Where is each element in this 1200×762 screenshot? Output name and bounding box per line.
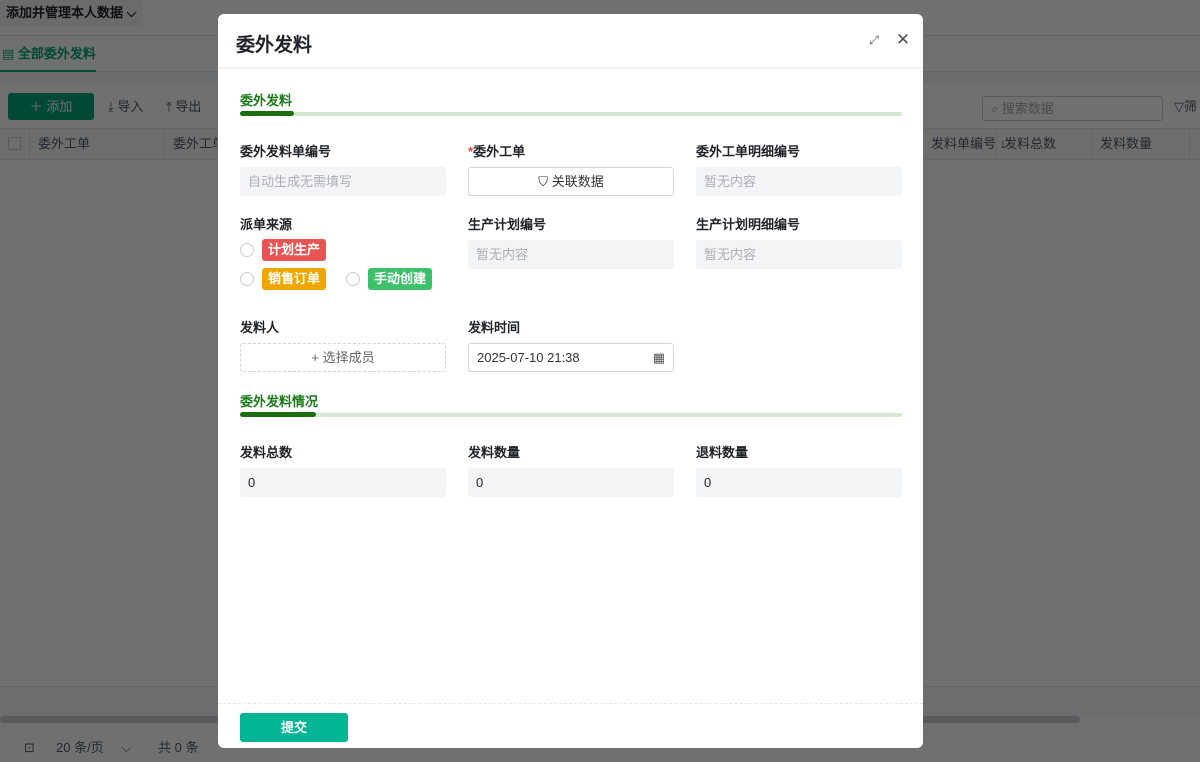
tag-plan: 计划生产 [262,239,327,261]
field-issuer: 发料人 + 选择成员 [240,317,446,372]
total-input[interactable]: 0 [240,468,446,497]
search-placeholder: 搜索数据 [1001,101,1054,116]
chevron-down-icon: ⌵ [126,5,137,20]
search-input[interactable]: ⌕ 搜索数据 [982,96,1163,121]
upload-icon: ⤒ [166,99,172,114]
field-time: 发料时间 2025-07-10 21:38 ▦ [468,317,674,372]
modal-title: 委外发料 [236,35,313,56]
field-label: 发料人 [240,320,280,335]
import-label: 导入 [117,99,144,114]
date-time-value: 2025-07-10 21:38 [477,350,580,365]
chevron-down-icon: ⌵ [121,740,132,755]
radio-circle[interactable] [240,272,254,286]
radio-sales[interactable]: 销售订单 [240,268,327,290]
add-label: 添加 [46,99,73,114]
filter-button[interactable]: ▽筛 [1174,93,1197,120]
field-order-detail: 委外工单明细编号 暂无内容 [696,141,902,196]
code-input: 自动生成无需填写 [240,167,446,196]
data-scope-label: 添加并管理本人数据 [6,5,124,20]
order-detail-input: 暂无内容 [696,167,902,196]
link-data-label: 关联数据 [551,174,604,189]
field-plan-code: 生产计划编号 暂无内容 [468,214,674,269]
field-label: 发料总数 [240,445,293,460]
field-label: 生产计划明细编号 [696,217,801,232]
field-code: 委外发料单编号 自动生成无需填写 [240,141,446,196]
page-size-label: 20 条/页 [56,740,104,755]
radio-circle[interactable] [346,272,360,286]
field-label: 委外工单明细编号 [696,144,801,159]
tab-all[interactable]: ▤ 全部委外发料 [0,36,96,72]
column-header[interactable]: 发料单编号 ↓ [923,129,1006,159]
section-title: 委外发料情况 [240,394,319,409]
date-time-input[interactable]: 2025-07-10 21:38 ▦ [468,343,674,372]
section-title: 委外发料 [240,93,293,108]
filter-icon: ▽ [1174,99,1184,114]
import-button[interactable]: ⤓ 导入 [108,93,143,120]
expand-icon[interactable]: ⤢ [866,32,882,48]
export-button[interactable]: ⤒ 导出 [166,93,201,120]
link-icon: ⛉ [538,174,549,189]
section-divider [240,111,902,116]
submit-button[interactable]: 提交 [240,713,348,742]
tag-manual: 手动创建 [368,268,433,290]
calendar-icon[interactable]: ▦ [653,344,665,371]
field-return: 退料数量 0 [696,442,902,497]
add-button[interactable]: ＋ 添加 [8,93,94,120]
close-icon[interactable]: ✕ [895,31,911,48]
tag-sales: 销售订单 [262,268,327,290]
field-label: 生产计划编号 [468,217,547,232]
export-label: 导出 [175,99,202,114]
column-header[interactable]: 委外工单 [165,129,218,159]
data-scope-dropdown[interactable]: 添加并管理本人数据 ⌵ [0,0,143,26]
plan-detail-input: 暂无内容 [696,240,902,269]
radio-plan[interactable]: 计划生产 [240,239,327,261]
download-icon: ⤓ [108,99,114,114]
filter-label: 筛 [1184,99,1198,114]
field-total: 发料总数 0 [240,442,446,497]
section-header: 委外发料 [240,90,902,116]
section-header: 委外发料情况 [240,391,902,417]
pager-icon[interactable]: ⊡ [24,734,35,762]
field-quantity: 发料数量 0 [468,442,674,497]
return-input[interactable]: 0 [696,468,902,497]
section-divider [240,412,902,417]
plan-code-input: 暂无内容 [468,240,674,269]
link-data-button[interactable]: ⛉ 关联数据 [468,167,674,196]
total-count: 共 0 条 [158,740,199,755]
field-label: 发料数量 [468,445,521,460]
search-icon: ⌕ [991,101,999,116]
select-member-button[interactable]: + 选择成员 [240,343,446,372]
quantity-input[interactable]: 0 [468,468,674,497]
field-source: 派单来源 计划生产 销售订单 手动创建 [240,214,446,290]
radio-manual[interactable]: 手动创建 [346,268,433,290]
field-label: 发料时间 [468,320,521,335]
plus-icon: ＋ [29,99,43,114]
tab-label: 全部委外发料 [17,46,96,61]
modal-footer: 提交 [218,703,923,748]
field-label: 委外发料单编号 [240,144,332,159]
radio-circle[interactable] [240,243,254,257]
select-all-checkbox[interactable] [0,129,30,159]
page-size-select[interactable]: 20 条/页 ⌵ [56,734,131,762]
field-plan-detail: 生产计划明细编号 暂无内容 [696,214,902,269]
field-order: *委外工单 ⛉ 关联数据 [468,141,674,196]
modal-dialog: 委外发料 ⤢ ✕ 委外发料 委外发料单编号 自动生成无需填写 *委外工单 ⛉ 关… [218,14,923,748]
column-header[interactable]: 委外工单 [30,129,165,159]
column-header[interactable]: 发料数量 [1092,129,1190,159]
field-label: 退料数量 [696,445,749,460]
field-label: 委外工单 [473,144,526,159]
table-icon: ▤ [2,46,15,61]
field-label: 派单来源 [240,217,293,232]
modal-header: 委外发料 ⤢ ✕ [218,14,923,68]
column-header[interactable]: 发料总数 [996,129,1092,159]
